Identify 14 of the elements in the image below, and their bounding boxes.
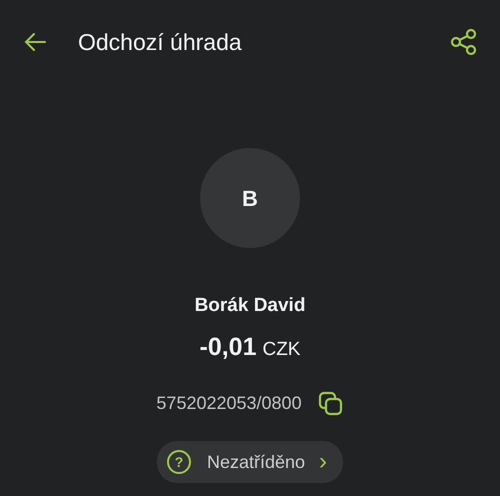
chevron-icon: › bbox=[319, 450, 328, 474]
category-label: Nezatříděno bbox=[206, 450, 306, 474]
currency: CZK bbox=[262, 338, 300, 362]
share-button[interactable] bbox=[450, 28, 478, 56]
counterparty-name: Borák David bbox=[194, 294, 306, 318]
category-chip[interactable]: ? Nezatříděno › bbox=[156, 441, 344, 483]
copy-button[interactable] bbox=[318, 390, 344, 416]
share-icon bbox=[450, 28, 478, 56]
amount: -0,01 bbox=[200, 332, 256, 362]
page-title: Odchozí úhrada bbox=[78, 28, 242, 57]
account-number: 5752022053/0800 bbox=[156, 392, 302, 415]
avatar: B bbox=[200, 148, 300, 248]
copy-icon bbox=[318, 390, 344, 416]
question-icon: ? bbox=[166, 450, 191, 474]
